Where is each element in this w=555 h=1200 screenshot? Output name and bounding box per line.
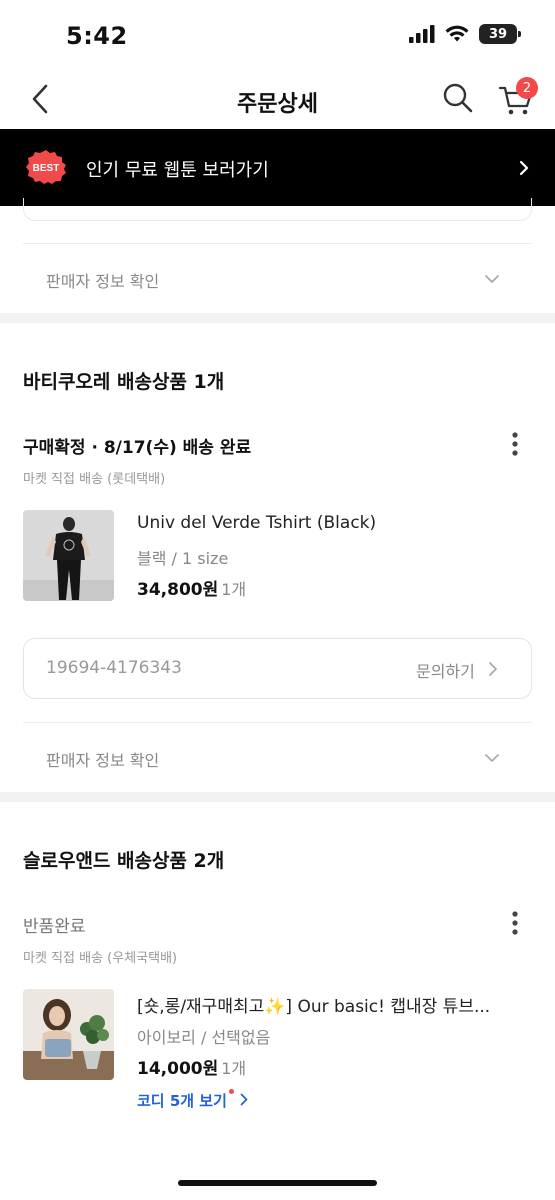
battery-indicator: 39 (479, 24, 521, 44)
order-status: 반품완료 (23, 917, 86, 937)
product-quantity: 1개 (221, 1059, 247, 1078)
shipping-method: 마켓 직접 배송 (우체국택배) (23, 951, 178, 966)
chevron-down-icon (485, 275, 499, 283)
chevron-right-icon (240, 1093, 248, 1106)
wifi-icon (445, 25, 469, 42)
cart-count-badge: 2 (516, 77, 538, 99)
seller-section-title: 바티쿠오레 배송상품 1개 (23, 371, 225, 393)
status-icons: 39 (409, 24, 521, 44)
card-stub (23, 198, 532, 221)
more-options-icon[interactable] (508, 431, 522, 457)
seller-info-toggle[interactable]: 판매자 정보 확인 (46, 268, 159, 292)
chevron-down-icon (485, 754, 499, 762)
product-price-row: 14,000원 1개 (137, 1054, 246, 1079)
banner-text: 인기 무료 웹툰 보러가기 (86, 160, 269, 181)
home-indicator (178, 1180, 377, 1186)
order-number: 19694-4176343 (46, 658, 182, 678)
best-badge-icon: BEST (26, 150, 66, 184)
product-thumbnail[interactable] (23, 510, 114, 601)
product-name[interactable]: Univ del Verde Tshirt (Black) (137, 513, 376, 533)
product-price: 14,000원 (137, 1059, 219, 1079)
product-name[interactable]: [숏,롱/재구매최고✨] Our basic! 캡내장 튜브... (137, 992, 490, 1017)
chevron-right-icon (519, 160, 529, 176)
product-option: 블랙 / 1 size (137, 549, 229, 568)
product-price: 34,800원 (137, 580, 219, 600)
order-status: 구매확정 · 8/17(수) 배송 완료 (23, 438, 252, 458)
divider (23, 243, 532, 244)
seller-section-title: 슬로우앤드 배송상품 2개 (23, 850, 225, 872)
coordi-link[interactable]: 코디 5개 보기 (137, 1090, 227, 1111)
divider (23, 722, 532, 723)
shipping-method: 마켓 직접 배송 (롯데택배) (23, 472, 166, 487)
status-time: 5:42 (66, 22, 128, 50)
product-price-row: 34,800원 1개 (137, 575, 246, 600)
product-thumbnail[interactable] (23, 989, 114, 1080)
section-gap (0, 792, 555, 802)
product-quantity: 1개 (221, 580, 247, 599)
signal-icon (409, 25, 435, 43)
section-gap (0, 313, 555, 323)
chevron-right-icon (489, 662, 497, 676)
inquiry-button[interactable]: 문의하기 (416, 658, 475, 682)
more-options-icon[interactable] (508, 910, 522, 936)
new-dot-indicator (229, 1089, 234, 1094)
search-icon[interactable] (442, 82, 474, 114)
seller-info-toggle[interactable]: 판매자 정보 확인 (46, 747, 159, 771)
svg-text:BEST: BEST (33, 163, 60, 174)
webtoon-banner[interactable] (0, 129, 555, 206)
product-option: 아이보리 / 선택없음 (137, 1028, 271, 1047)
